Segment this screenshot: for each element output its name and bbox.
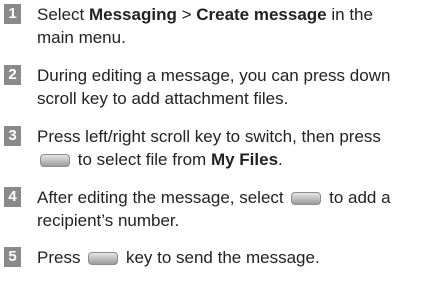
separator: > <box>176 5 197 24</box>
step-text: Press key to send the message. <box>37 246 427 269</box>
step-line: After editing the message, select to add… <box>37 186 427 209</box>
step-text: During editing a message, you can press … <box>37 64 427 110</box>
step-number-badge: 1 <box>4 4 21 24</box>
step-line: Select Messaging > Create message in the <box>37 3 427 26</box>
soft-key-icon <box>88 252 119 265</box>
step-number-badge: 5 <box>4 247 21 267</box>
step-line: main menu. <box>37 28 126 47</box>
soft-key-icon <box>40 154 70 167</box>
text: key to send the message. <box>125 248 320 267</box>
step-line: Press key to send the message. <box>37 246 427 269</box>
soft-key-icon <box>291 192 322 205</box>
text: in the <box>326 5 373 24</box>
step-line: Press left/right scroll key to switch, t… <box>37 127 381 146</box>
step-number-badge: 2 <box>4 65 21 85</box>
folder-name-my-files: My Files <box>210 150 279 169</box>
step-text: Press left/right scroll key to switch, t… <box>37 125 427 171</box>
text: After editing the message, select <box>37 188 284 207</box>
text: Select <box>37 5 89 24</box>
text: Press <box>37 248 81 267</box>
step-number-badge: 4 <box>4 187 21 207</box>
step-line: recipient’s number. <box>37 211 180 230</box>
step-text: Select Messaging > Create message in the… <box>37 3 427 49</box>
step-text: After editing the message, select to add… <box>37 186 427 232</box>
text: to add a <box>329 188 391 207</box>
text: . <box>278 150 283 169</box>
step-number-badge: 3 <box>4 126 21 146</box>
step-line: During editing a message, you can press … <box>37 66 391 85</box>
menu-name-create-message: Create message <box>196 5 327 24</box>
menu-name-messaging: Messaging <box>88 5 177 24</box>
step-line: scroll key to add attachment files. <box>37 89 289 108</box>
step-line: to select file from My Files. <box>37 148 427 171</box>
text: to select file from <box>77 150 211 169</box>
